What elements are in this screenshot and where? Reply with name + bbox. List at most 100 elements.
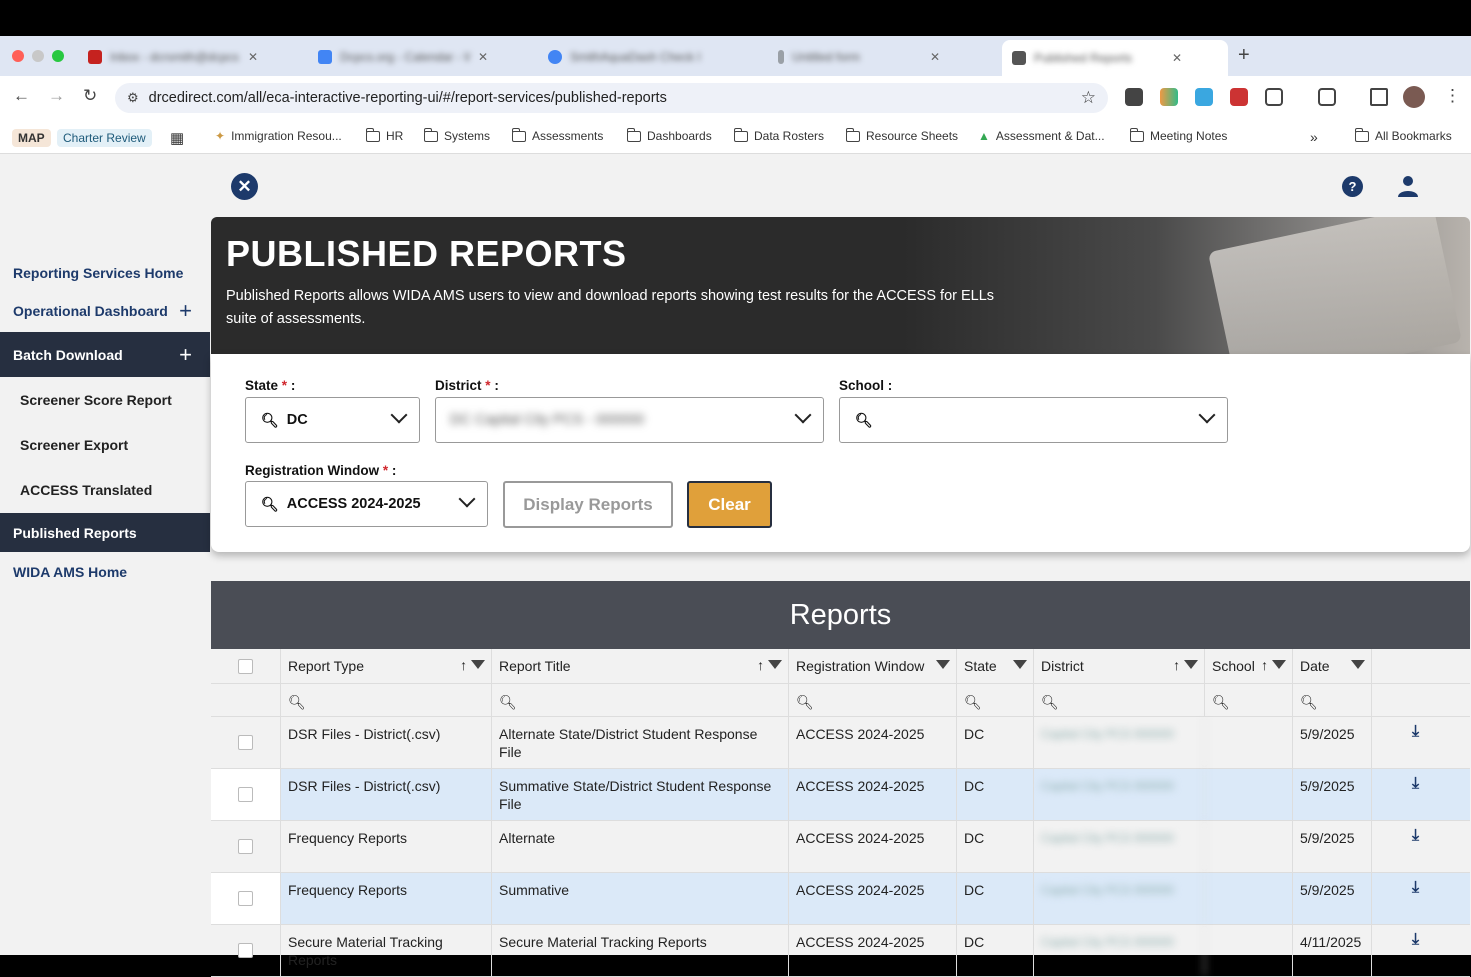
display-reports-button[interactable]: Display Reports	[503, 481, 673, 528]
bookmark-folder-meeting-notes[interactable]: Meeting Notes	[1129, 127, 1227, 143]
row-checkbox[interactable]	[238, 735, 253, 750]
reload-icon[interactable]: ↻	[83, 86, 97, 106]
sidebar-item-screener-score-report[interactable]: Screener Score Report	[0, 382, 210, 418]
site-settings-icon[interactable]: ⚙	[127, 90, 139, 106]
browser-tab-active[interactable]: Published Reports ✕	[1002, 40, 1228, 76]
bookmark-folder-assessments[interactable]: Assessments	[511, 127, 603, 143]
column-search-input[interactable]: 🔍︎	[789, 684, 957, 716]
user-account-icon[interactable]	[1397, 175, 1419, 197]
column-search-input[interactable]: 🔍︎	[281, 684, 492, 716]
column-header-report-title[interactable]: Report Title ↑	[492, 649, 789, 683]
sidebar-item-wida-ams-home[interactable]: WIDA AMS Home	[0, 554, 210, 590]
close-icon[interactable]: ✕	[231, 173, 258, 200]
puzzle-extensions-icon[interactable]	[1265, 88, 1283, 106]
sidebar-item-published-reports[interactable]: Published Reports	[0, 513, 210, 552]
help-icon[interactable]: ?	[1342, 176, 1363, 197]
browser-tab[interactable]: Untitled form ✕	[768, 44, 998, 70]
expand-plus-icon[interactable]: +	[179, 342, 192, 368]
district-select[interactable]: DC Capital City PCS - 000000	[435, 397, 824, 443]
bookmark-folder-data-rosters[interactable]: Data Rosters	[733, 127, 824, 143]
address-bar[interactable]: ⚙ drcedirect.com/all/eca-interactive-rep…	[115, 83, 1108, 113]
sort-filter-icons[interactable]: ↑	[1261, 656, 1286, 674]
row-checkbox[interactable]	[238, 839, 253, 854]
sort-filter-icons[interactable]	[1351, 656, 1365, 674]
sort-filter-icons[interactable]	[1013, 656, 1027, 674]
apps-grid-icon[interactable]: ▦	[170, 129, 184, 147]
bookmark-immigration[interactable]: ✦ Immigration Resou...	[215, 129, 342, 143]
extension-icon[interactable]	[1230, 88, 1248, 106]
filter-icon[interactable]	[1184, 660, 1198, 669]
window-zoom-dot[interactable]	[52, 50, 64, 62]
browser-tab[interactable]: Inbox - dcrsmith@dcpcs.org ✕	[78, 44, 300, 70]
clear-button[interactable]: Clear	[687, 481, 772, 528]
column-search-input[interactable]: 🔍︎	[1034, 684, 1205, 716]
sidebar-item-screener-export[interactable]: Screener Export	[0, 427, 210, 463]
sort-filter-icons[interactable]: ↑	[757, 656, 782, 674]
row-checkbox[interactable]	[238, 943, 253, 958]
bookmark-star-icon[interactable]: ☆	[1081, 88, 1096, 108]
state-select[interactable]: 🔍︎ DC	[245, 397, 420, 443]
filter-icon[interactable]	[471, 660, 485, 669]
column-header-state[interactable]: State	[957, 649, 1034, 683]
column-header-school[interactable]: School ↑	[1205, 649, 1293, 683]
row-checkbox[interactable]	[238, 787, 253, 802]
extension-icon[interactable]	[1195, 88, 1213, 106]
cast-icon[interactable]	[1370, 88, 1388, 106]
column-search-input[interactable]: 🔍︎	[1293, 684, 1372, 716]
bookmark-folder-systems[interactable]: Systems	[423, 127, 490, 143]
sidebar-item-operational-dashboard[interactable]: Operational Dashboard +	[0, 293, 210, 329]
browser-tab[interactable]: Dcpcs.org - Calendar - Week ✕	[308, 44, 530, 70]
extension-icon[interactable]	[1125, 88, 1143, 106]
download-icon[interactable]: ⤓	[1412, 775, 1419, 793]
back-arrow-icon[interactable]: ←	[13, 86, 30, 106]
close-icon[interactable]: ✕	[1172, 51, 1182, 65]
more-bookmarks-chevron-icon[interactable]: »	[1310, 129, 1318, 145]
column-search-input[interactable]: 🔍︎	[492, 684, 789, 716]
column-header-date[interactable]: Date	[1293, 649, 1372, 683]
select-all-checkbox[interactable]	[238, 659, 253, 674]
download-icon[interactable]: ⤓	[1412, 931, 1419, 949]
sidebar-item-access-translated[interactable]: ACCESS Translated	[0, 472, 210, 508]
school-select[interactable]: 🔍︎	[839, 397, 1228, 443]
column-header-report-type[interactable]: Report Type ↑	[281, 649, 492, 683]
download-icon[interactable]: ⤓	[1412, 879, 1419, 897]
filter-icon[interactable]	[1013, 660, 1027, 669]
new-tab-plus-icon[interactable]: +	[1238, 44, 1250, 67]
row-checkbox[interactable]	[238, 891, 253, 906]
bookmark-folder-dashboards[interactable]: Dashboards	[626, 127, 712, 143]
bookmark-folder-all[interactable]: All Bookmarks	[1354, 127, 1452, 143]
forward-arrow-icon[interactable]: →	[48, 86, 65, 106]
column-search-input[interactable]: 🔍︎	[957, 684, 1034, 716]
bookmark-map[interactable]: MAP	[12, 129, 51, 147]
sidebar-item-batch-download[interactable]: Batch Download +	[0, 332, 210, 377]
window-close-dot[interactable]	[12, 50, 24, 62]
download-icon[interactable]: ⤓	[1412, 723, 1419, 741]
filter-icon[interactable]	[1272, 660, 1286, 669]
sort-filter-icons[interactable]	[936, 656, 950, 674]
extension-icon[interactable]	[1160, 88, 1178, 106]
tab-search-icon[interactable]	[1318, 88, 1336, 106]
sidebar-item-reporting-home[interactable]: Reporting Services Home	[0, 255, 210, 291]
browser-tab[interactable]: SmithAquaDash Check In Ins	[538, 44, 760, 70]
window-minimize-dot[interactable]	[32, 50, 44, 62]
sort-filter-icons[interactable]: ↑	[1173, 656, 1198, 674]
expand-plus-icon[interactable]: +	[179, 298, 192, 324]
filter-icon[interactable]	[768, 660, 782, 669]
registration-window-select[interactable]: 🔍︎ ACCESS 2024-2025	[245, 481, 488, 527]
column-header-registration-window[interactable]: Registration Window	[789, 649, 957, 683]
column-header-district[interactable]: District ↑	[1034, 649, 1205, 683]
bookmark-assessment-data[interactable]: ▲ Assessment & Dat...	[978, 129, 1105, 143]
close-icon[interactable]: ✕	[930, 50, 940, 64]
filter-icon[interactable]	[936, 660, 950, 669]
menu-kebab-icon[interactable]: ⋮	[1444, 86, 1461, 106]
filter-icon[interactable]	[1351, 660, 1365, 669]
close-icon[interactable]: ✕	[248, 50, 258, 64]
download-icon[interactable]: ⤓	[1412, 827, 1419, 845]
bookmark-charter-review[interactable]: Charter Review	[57, 129, 152, 147]
bookmark-folder-hr[interactable]: HR	[365, 127, 403, 143]
sort-filter-icons[interactable]: ↑	[460, 656, 485, 674]
profile-avatar[interactable]	[1403, 86, 1425, 108]
close-icon[interactable]: ✕	[478, 50, 488, 64]
bookmark-folder-resource-sheets[interactable]: Resource Sheets	[845, 127, 958, 143]
column-search-input[interactable]: 🔍︎	[1205, 684, 1293, 716]
